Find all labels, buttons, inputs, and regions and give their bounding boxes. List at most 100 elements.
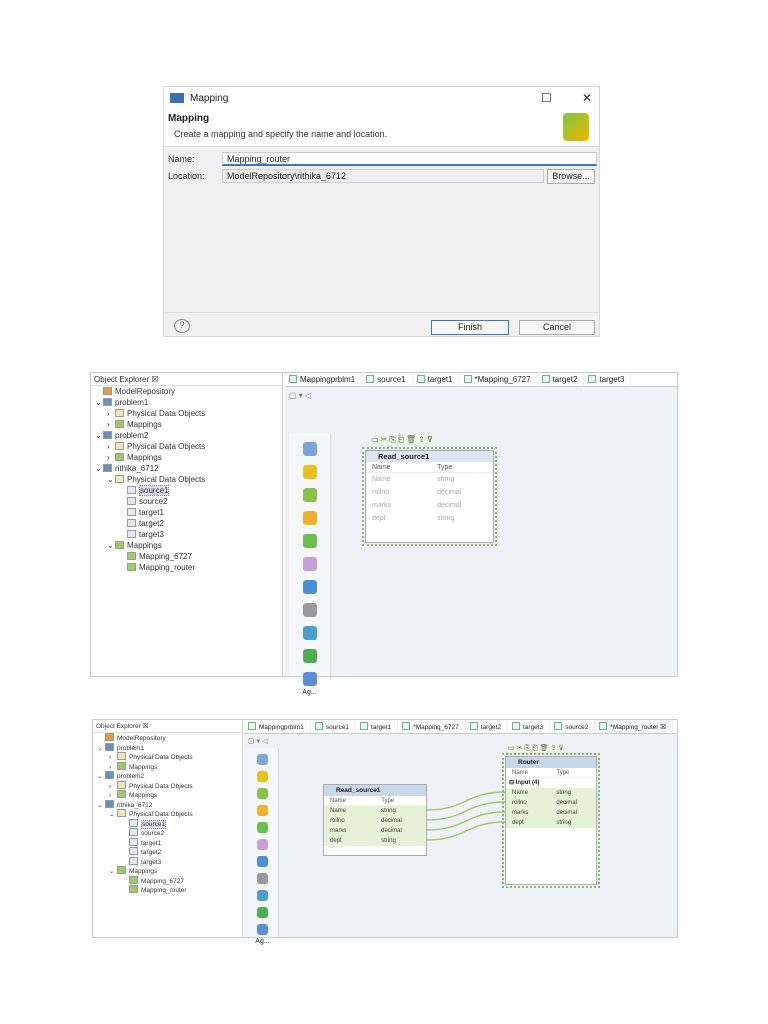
expand-toggle-icon[interactable]: ⌄ (95, 397, 103, 408)
expand-toggle-icon[interactable]: › (107, 441, 115, 452)
cancel-button[interactable]: Cancel (519, 320, 595, 335)
port-row[interactable]: marks decimal (366, 499, 493, 512)
tree-item[interactable]: Mapping_6727 (93, 875, 242, 886)
help-icon[interactable]: ? (174, 319, 190, 333)
expand-toggle-icon[interactable]: ⌄ (95, 430, 103, 441)
port-link[interactable] (426, 801, 506, 821)
expand-toggle-icon[interactable]: ⌄ (97, 744, 105, 754)
tree-item[interactable]: source1 (93, 818, 242, 829)
tree-item[interactable]: ⌄ rithika_6712 (91, 463, 282, 474)
editor-tab[interactable]: target3 (584, 373, 632, 386)
transformation-icon[interactable] (302, 649, 317, 663)
tree-item[interactable]: target2 (93, 847, 242, 857)
transformation-icon[interactable] (302, 511, 317, 525)
port-row[interactable]: dept string (324, 836, 426, 846)
port-link[interactable] (426, 791, 506, 811)
port-row[interactable]: Name string (324, 806, 426, 816)
tree-item[interactable]: ⌄ rithika_6712 (93, 799, 242, 811)
port-link[interactable] (426, 821, 506, 841)
tree-item[interactable]: target1 (91, 507, 282, 518)
maximize-icon[interactable]: ☐ (541, 91, 552, 105)
port-row[interactable]: rollno decimal (366, 486, 493, 499)
finish-button[interactable]: Finish (431, 320, 509, 335)
editor-tab[interactable]: *Mapping_6727 (460, 373, 538, 386)
transformation-icon[interactable] (302, 672, 317, 686)
tree-item-label: rithika_6712 (115, 464, 159, 473)
tree-item[interactable]: › Physical Data Objects (93, 780, 242, 791)
tree-item[interactable]: › Physical Data Objects (93, 752, 242, 762)
tree-item[interactable]: Mapping_router (91, 562, 282, 573)
transformation-icon[interactable] (302, 603, 317, 617)
port-link[interactable] (426, 811, 506, 831)
tree-item[interactable]: ⌄ Mappings (91, 540, 282, 551)
location-row: Location: ModelRepository\rithika_6712 (168, 169, 544, 183)
expand-toggle-icon[interactable]: ⌄ (107, 474, 115, 485)
transformation-icon[interactable] (302, 488, 317, 502)
read-source1-title: Read_source1 (366, 451, 493, 462)
transformation-icon[interactable] (302, 580, 317, 594)
tree-item[interactable]: source2 (93, 828, 242, 838)
port-row[interactable]: dept string (506, 818, 596, 828)
tree-item[interactable]: target3 (91, 529, 282, 540)
port-row[interactable]: marks decimal (506, 808, 596, 818)
expand-toggle-icon[interactable]: › (107, 452, 115, 463)
transformation-icon[interactable] (302, 626, 317, 640)
tree-item[interactable]: target3 (93, 856, 242, 867)
port-row[interactable]: rollno decimal (506, 798, 596, 808)
read-source1-box[interactable]: Read_source1 Name Type Name string rollno de… (362, 447, 497, 546)
expand-toggle-icon[interactable]: ⌄ (109, 810, 117, 820)
port-row[interactable]: dept string (366, 512, 493, 525)
expand-toggle-icon[interactable]: ⌄ (97, 801, 105, 811)
location-input[interactable]: ModelRepository\rithika_6712 (222, 169, 544, 183)
editor-tab[interactable]: target1 (413, 373, 460, 386)
tree-item[interactable]: target2 (91, 518, 282, 529)
object-toolbar[interactable]: ▭✂⎘⎗🗑⇪⊽ (371, 435, 435, 445)
expand-toggle-icon[interactable]: ⌄ (107, 540, 115, 551)
object-toolbar[interactable]: ▭✂⎘⎗🗑⇪⊽ (508, 744, 566, 754)
tree-item[interactable]: ⌄ problem1 (93, 742, 242, 754)
port-row[interactable]: marks decimal (324, 826, 426, 836)
port-row[interactable]: Name string (366, 473, 493, 486)
name-input[interactable]: Mapping_router (222, 152, 597, 166)
editor-tab[interactable]: Mappingprblm1 (285, 373, 363, 386)
tree-item[interactable]: ⌄ problem1 (91, 397, 282, 408)
transformation-icon[interactable] (302, 465, 317, 479)
tree-item[interactable]: target1 (93, 837, 242, 848)
expand-toggle-icon[interactable]: › (107, 408, 115, 419)
expand-toggle-icon[interactable]: › (107, 419, 115, 430)
tree-item[interactable]: ⌄ problem2 (91, 430, 282, 441)
tree-item[interactable]: source1 (91, 485, 282, 496)
tree-item[interactable]: › Mappings (91, 452, 282, 463)
read-source1-box[interactable]: Read_source1 Name Type Name string rollno de… (323, 784, 427, 856)
tree-item[interactable]: ModelRepository (93, 733, 242, 743)
port-row[interactable]: rollno decimal (324, 816, 426, 826)
tree-item[interactable]: source2 (91, 496, 282, 507)
tree-item[interactable]: › Mappings (93, 761, 242, 772)
tree-item[interactable]: ModelRepository (91, 386, 282, 397)
transformation-icon[interactable] (302, 442, 317, 456)
transformation-icon[interactable] (302, 557, 317, 571)
tree-item[interactable]: ⌄ Physical Data Objects (91, 474, 282, 485)
input-group[interactable]: ⊟ Input (4) (506, 778, 596, 788)
editor-tab[interactable]: source1 (362, 373, 413, 386)
expand-toggle-icon[interactable]: ⌄ (97, 772, 105, 782)
canvas-toolbar-icon[interactable]: ▢ ▾ ◁ (289, 391, 311, 400)
tree-item[interactable]: Mapping_6727 (91, 551, 282, 562)
tree-item[interactable]: ⌄ problem2 (93, 771, 242, 781)
tab-label: target1 (427, 375, 453, 384)
editor-tab[interactable]: target2 (538, 373, 585, 386)
tree-item[interactable]: Mapping_router (93, 885, 242, 895)
tree-item[interactable]: ⌄ Mappings (93, 866, 242, 876)
tree-item[interactable]: › Mappings (91, 419, 282, 430)
port-row[interactable]: Name string (506, 788, 596, 798)
expand-toggle-icon[interactable]: ⌄ (95, 463, 103, 474)
router-box[interactable]: Router Name Type ⊟ Input (4) Name string ro… (502, 753, 600, 888)
close-icon[interactable]: ✕ (582, 91, 592, 105)
expand-toggle-icon[interactable]: ⌄ (109, 867, 117, 877)
tree-item[interactable]: › Physical Data Objects (91, 441, 282, 452)
transformation-icon[interactable] (302, 534, 317, 548)
tree-item[interactable]: › Physical Data Objects (91, 408, 282, 419)
tree-item[interactable]: › Mappings (93, 790, 242, 800)
browse-button[interactable]: Browse... (547, 169, 595, 184)
tree-item[interactable]: ⌄ Physical Data Objects (93, 809, 242, 819)
